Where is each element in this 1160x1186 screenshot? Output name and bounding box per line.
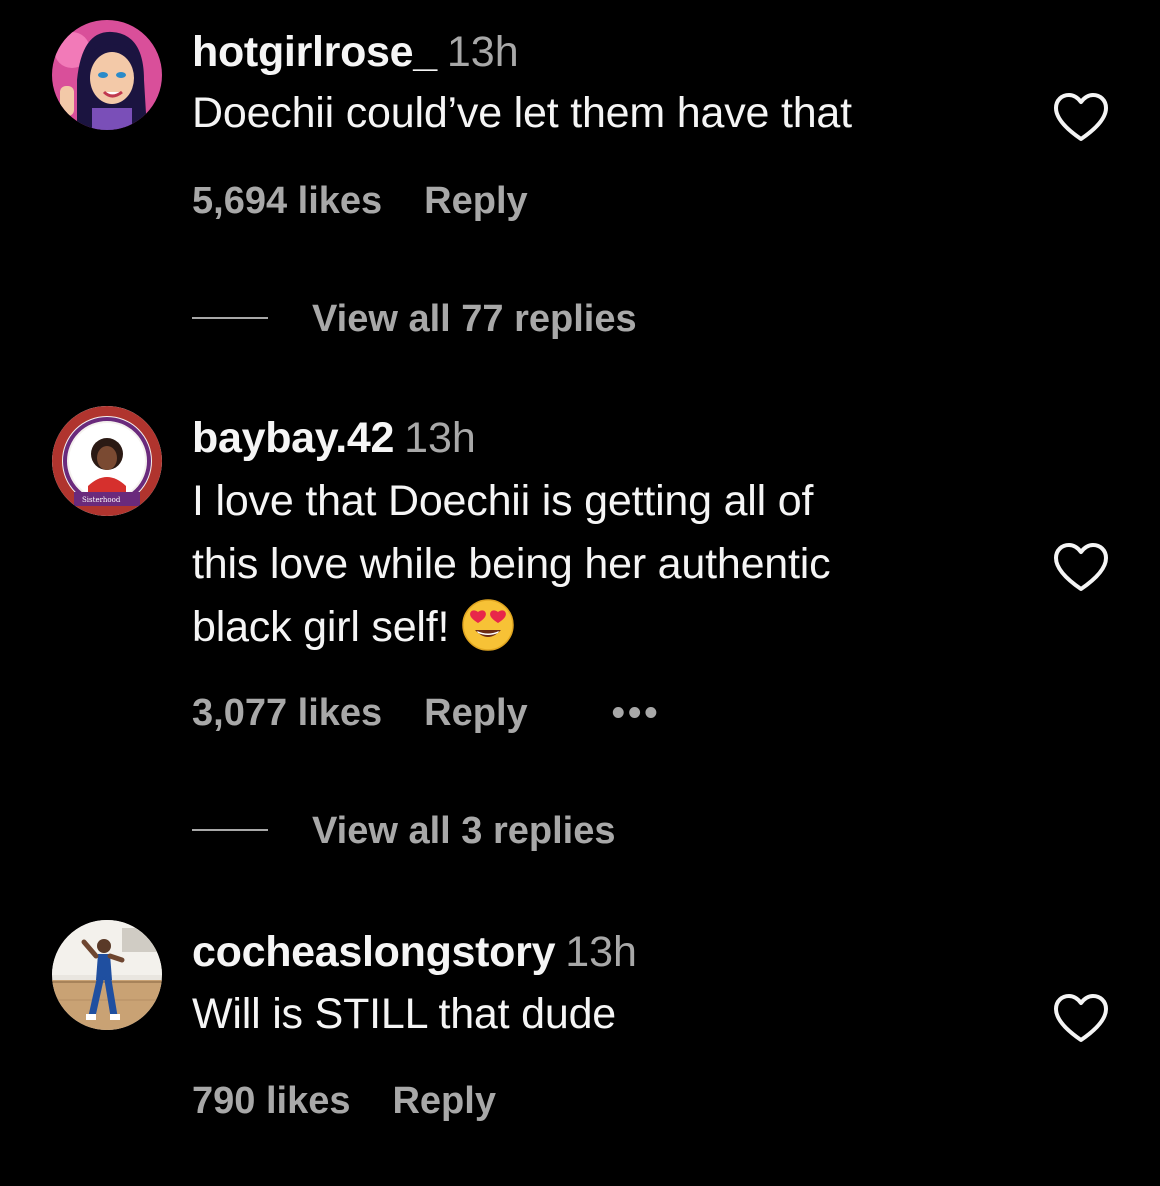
replies-divider <box>192 316 268 319</box>
comment-header: baybay.42 13h <box>192 412 476 464</box>
view-replies-label[interactable]: View all 3 replies <box>312 810 615 852</box>
timestamp: 13h <box>446 28 519 76</box>
comment-text: I love that Doechii is getting all of th… <box>192 470 1012 659</box>
comment-meta: 5,694 likes Reply <box>192 178 528 224</box>
comment-text-line: this love while being her authentic <box>192 540 831 588</box>
comment-text-line: Will is STILL that dude <box>192 990 616 1038</box>
reply-button[interactable]: Reply <box>424 180 527 222</box>
sorority-badge-avatar-icon: Sisterhood <box>52 406 162 516</box>
comment-meta: 790 likes Reply <box>192 1078 496 1124</box>
username[interactable]: hotgirlrose_ <box>192 28 437 76</box>
username[interactable]: baybay.42 <box>192 414 394 462</box>
comment-header: cocheaslongstory 13h <box>192 926 637 978</box>
comment-text-line: Doechii could’ve let them have that <box>192 89 852 137</box>
comment-meta: 3,077 likes Reply ••• <box>192 690 661 736</box>
svg-text:Sisterhood: Sisterhood <box>82 496 121 504</box>
username[interactable]: cocheaslongstory <box>192 928 556 976</box>
likes-count[interactable]: 5,694 likes <box>192 180 382 222</box>
replies-divider <box>192 828 268 831</box>
view-replies-label[interactable]: View all 77 replies <box>312 298 637 340</box>
likes-count[interactable]: 790 likes <box>192 1080 350 1122</box>
timestamp: 13h <box>404 414 476 462</box>
heart-eyes-emoji-icon <box>462 598 515 651</box>
comment-header: hotgirlrose_ 13h <box>192 26 519 78</box>
gym-woman-avatar-icon <box>52 920 162 1030</box>
heart-icon[interactable] <box>1052 542 1110 594</box>
comment-text-line: I love that Doechii is getting all of <box>192 477 814 525</box>
reply-button[interactable]: Reply <box>392 1080 495 1122</box>
avatar[interactable] <box>52 20 162 130</box>
comment-text: Will is STILL that dude <box>192 983 1012 1046</box>
avatar[interactable] <box>52 920 162 1030</box>
view-replies[interactable]: View all 3 replies <box>192 808 615 854</box>
cartoon-woman-avatar-icon <box>52 20 162 130</box>
avatar[interactable]: Sisterhood <box>52 406 162 516</box>
heart-icon[interactable] <box>1052 993 1110 1045</box>
timestamp: 13h <box>565 928 637 976</box>
more-options-icon[interactable]: ••• <box>612 692 661 734</box>
comment-text: Doechii could’ve let them have that <box>192 82 1012 145</box>
likes-count[interactable]: 3,077 likes <box>192 692 382 734</box>
comment-text-line: black girl self! <box>192 603 450 651</box>
heart-icon[interactable] <box>1052 92 1110 144</box>
comment-text-line-with-emoji: black girl self! <box>192 596 1012 659</box>
view-replies[interactable]: View all 77 replies <box>192 296 637 342</box>
reply-button[interactable]: Reply <box>424 692 527 734</box>
